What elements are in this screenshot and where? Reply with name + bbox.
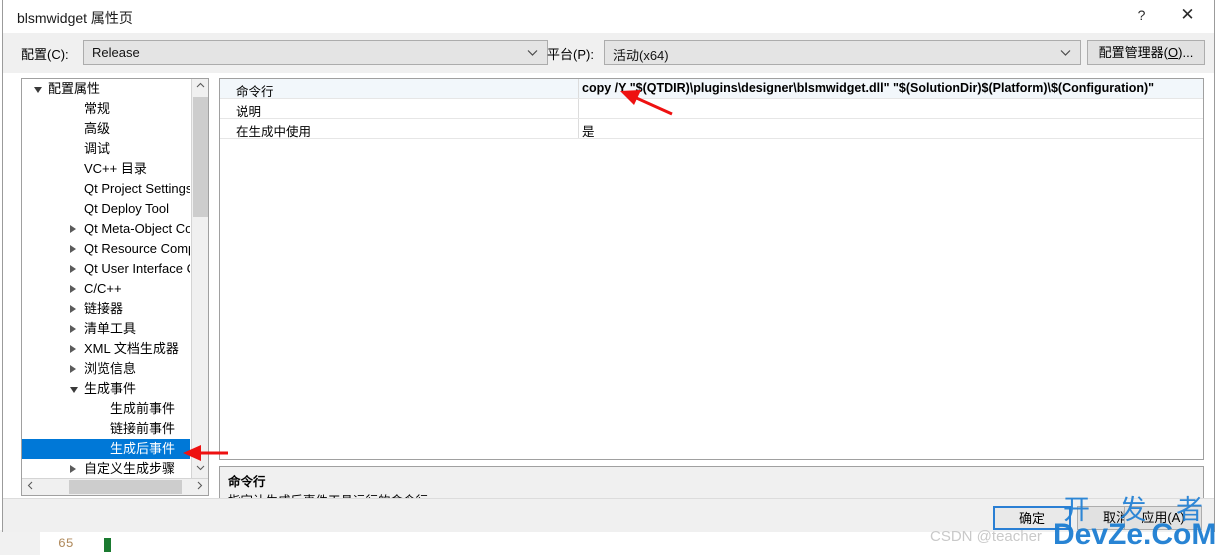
scroll-right-icon[interactable]	[191, 479, 208, 495]
chevron-down-icon	[1059, 46, 1072, 59]
configuration-manager-accel: O	[1168, 45, 1179, 60]
tree-item-label: 链接器	[84, 301, 124, 316]
chevron-right-icon[interactable]	[70, 305, 76, 313]
tree-item[interactable]: Qt User Interface Compiler	[22, 259, 190, 279]
tree-item[interactable]: Qt Resource Compiler	[22, 239, 190, 259]
tree-vertical-scroll-thumb[interactable]	[193, 97, 208, 217]
tree-item[interactable]: 清单工具	[22, 319, 190, 339]
chevron-right-icon[interactable]	[70, 225, 76, 233]
property-name: 命令行	[236, 85, 274, 99]
platform-value: 活动(x64)	[613, 48, 669, 63]
tree-item-label: 生成事件	[84, 381, 137, 396]
tree-item[interactable]: 链接前事件	[22, 419, 190, 439]
chevron-right-icon[interactable]	[70, 365, 76, 373]
tree-item-label: Qt Deploy Tool	[84, 201, 170, 216]
tree-vertical-scrollbar[interactable]	[191, 79, 208, 478]
apply-button[interactable]: 应用(A)	[1124, 506, 1202, 530]
configuration-toolbar: 配置(C): Release 平台(P): 活动(x64) 配置管理器(O)..…	[3, 33, 1214, 73]
tree-item-label: Qt Project Settings	[84, 181, 190, 196]
tree-horizontal-scrollbar[interactable]	[22, 478, 208, 495]
configuration-value: Release	[92, 45, 140, 60]
description-title: 命令行	[228, 475, 266, 489]
tree-item-label: VC++ 目录	[84, 161, 147, 176]
property-column-divider	[578, 79, 579, 98]
property-name: 在生成中使用	[236, 125, 312, 139]
scroll-left-icon[interactable]	[22, 479, 39, 495]
configuration-tree-panel: 配置属性常规高级调试 VC++ 目录 Qt Project Settings Qt D…	[21, 78, 209, 496]
tree-item[interactable]: 链接器	[22, 299, 190, 319]
tree-item-label: 链接前事件	[110, 421, 176, 436]
configuration-tree[interactable]: 配置属性常规高级调试 VC++ 目录 Qt Project Settings Qt D…	[22, 79, 190, 478]
property-value[interactable]: 是	[582, 121, 595, 140]
chevron-down-icon	[526, 46, 539, 59]
tree-item-label: 浏览信息	[84, 361, 137, 376]
dialog-title-bar: blsmwidget 属性页 ? ✕	[3, 0, 1214, 32]
close-button[interactable]: ✕	[1165, 0, 1210, 30]
configuration-label: 配置(C):	[21, 47, 69, 62]
configuration-manager-label-pre: 配置管理器(	[1098, 45, 1169, 60]
platform-dropdown[interactable]: 活动(x64)	[604, 40, 1081, 65]
tree-item-label: 配置属性	[48, 81, 101, 96]
platform-label: 平台(P):	[547, 47, 594, 62]
chevron-right-icon[interactable]	[70, 285, 76, 293]
chevron-down-icon[interactable]	[34, 87, 42, 93]
tree-item[interactable]: Qt Meta-Object Compiler	[22, 219, 190, 239]
dialog-button-row: 确定 取消 应用(A)	[3, 498, 1214, 532]
tree-horizontal-scroll-thumb[interactable]	[69, 480, 182, 494]
tree-item[interactable]: 高级	[22, 119, 190, 139]
tree-item[interactable]: 生成前事件	[22, 399, 190, 419]
tree-item[interactable]: 配置属性	[22, 79, 190, 99]
tree-item-label: 清单工具	[84, 321, 137, 336]
tree-item[interactable]: C/C++	[22, 279, 190, 299]
chevron-right-icon[interactable]	[70, 325, 76, 333]
tree-item-label: C/C++	[84, 281, 122, 296]
help-button[interactable]: ?	[1119, 0, 1164, 30]
tree-item-label: Qt Meta-Object Compiler	[84, 221, 190, 236]
configuration-manager-button[interactable]: 配置管理器(O)...	[1087, 40, 1205, 65]
scroll-up-icon[interactable]	[192, 79, 209, 96]
chevron-right-icon[interactable]	[70, 345, 76, 353]
editor-gutter	[0, 530, 40, 555]
property-row[interactable]: 说明	[220, 99, 1203, 119]
configuration-dropdown[interactable]: Release	[83, 40, 548, 65]
property-grid[interactable]: 命令行 copy /Y "$(QTDIR)\plugins\designer\bl…	[219, 78, 1204, 460]
tree-item-label: XML 文档生成器	[84, 341, 179, 356]
tree-item-label: 生成后事件	[110, 441, 176, 456]
tree-item[interactable]: Qt Project Settings	[22, 179, 190, 199]
chevron-down-icon[interactable]	[70, 387, 78, 393]
property-row[interactable]: 命令行 copy /Y "$(QTDIR)\plugins\designer\bl…	[220, 79, 1203, 99]
property-column-divider	[578, 119, 579, 138]
property-row[interactable]: 在生成中使用 是	[220, 119, 1203, 139]
tree-item[interactable]: XML 文档生成器	[22, 339, 190, 359]
property-column-divider	[578, 99, 579, 118]
tree-item[interactable]: 生成后事件	[22, 439, 190, 459]
tree-item[interactable]: 生成事件	[22, 379, 190, 399]
tree-item-label: 高级	[84, 121, 111, 136]
chevron-right-icon[interactable]	[70, 465, 76, 473]
property-name: 说明	[236, 105, 262, 119]
tree-item-label: 常规	[84, 101, 111, 116]
editor-change-marker	[104, 538, 111, 552]
editor-line-number: 65	[58, 536, 74, 551]
tree-item-label: Qt Resource Compiler	[84, 241, 190, 256]
tree-item[interactable]: 常规	[22, 99, 190, 119]
tree-item[interactable]: 浏览信息	[22, 359, 190, 379]
ok-button[interactable]: 确定	[993, 506, 1071, 530]
tree-item-label: 调试	[84, 141, 111, 156]
property-value[interactable]: copy /Y "$(QTDIR)\plugins\designer\blsmw…	[582, 81, 1154, 95]
chevron-right-icon[interactable]	[70, 265, 76, 273]
tree-item-label: 自定义生成步骤	[84, 461, 176, 476]
configuration-manager-label-post: )...	[1178, 45, 1194, 60]
scroll-down-icon[interactable]	[192, 461, 209, 478]
tree-item-label: 生成前事件	[110, 401, 176, 416]
tree-item[interactable]: VC++ 目录	[22, 159, 190, 179]
tree-item[interactable]: 自定义生成步骤	[22, 459, 190, 478]
chevron-right-icon[interactable]	[70, 245, 76, 253]
tree-item[interactable]: 调试	[22, 139, 190, 159]
tree-item-label: Qt User Interface Compiler	[84, 261, 190, 276]
property-pages-dialog: blsmwidget 属性页 ? ✕ 配置(C): Release 平台(P):…	[2, 0, 1215, 532]
tree-item[interactable]: Qt Deploy Tool	[22, 199, 190, 219]
dialog-title: blsmwidget 属性页	[17, 10, 133, 26]
